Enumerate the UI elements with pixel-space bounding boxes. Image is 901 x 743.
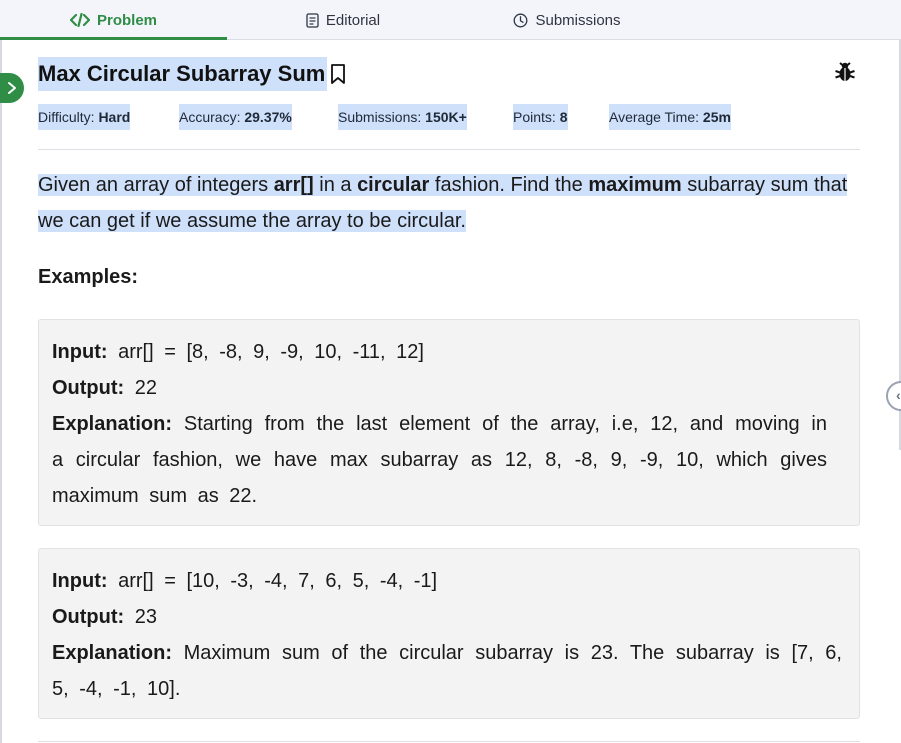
points-label: Points: — [513, 109, 560, 125]
example-block: Input: arr[] = [10, -3, -4, 7, 6, 5, -4,… — [38, 548, 860, 719]
difficulty: Difficulty: Hard — [38, 104, 131, 130]
example-explanation: Explanation: Maximum sum of the circular… — [52, 642, 842, 700]
example-output: Output: 23 — [52, 606, 157, 628]
code-icon — [69, 13, 90, 27]
tab-problem-label: Problem — [96, 11, 157, 29]
submissions-count: Submissions: 150K+ — [338, 104, 467, 130]
difficulty-label: Difficulty: — [38, 109, 99, 125]
expand-sidebar-button[interactable] — [0, 73, 24, 103]
average-time-label: Average Time: — [609, 109, 703, 125]
tab-submissions[interactable]: Submissions — [508, 0, 626, 40]
average-time: Average Time: 25m — [609, 104, 731, 130]
points: Points: 8 — [513, 104, 568, 130]
chevron-right-icon — [8, 82, 16, 94]
problem-description: Given an array of integers arr[] in a ci… — [38, 167, 858, 239]
tab-problem[interactable]: Problem — [0, 0, 227, 40]
tab-editorial-label: Editorial — [325, 11, 381, 29]
accuracy-value: 29.37% — [244, 109, 292, 125]
example-block: Input: arr[] = [8, -8, 9, -9, 10, -11, 1… — [38, 319, 860, 526]
problem-tabs: Problem Editorial Submissions — [0, 0, 901, 40]
active-tab-indicator — [0, 37, 227, 40]
divider — [38, 149, 860, 150]
divider — [38, 741, 860, 742]
page-title: Max Circular Subarray Sum — [38, 57, 328, 91]
submissions-value: 150K+ — [425, 109, 467, 125]
example-input: Input: arr[] = [10, -3, -4, 7, 6, 5, -4,… — [52, 570, 438, 592]
document-icon — [306, 12, 319, 28]
example-input: Input: arr[] = [8, -8, 9, -9, 10, -11, 1… — [52, 341, 424, 363]
tab-editorial[interactable]: Editorial — [298, 0, 388, 40]
collapse-panel-button[interactable]: ‹ — [886, 381, 901, 411]
problem-header: Max Circular Subarray Sum — [38, 57, 347, 91]
left-panel-border — [0, 40, 2, 743]
submissions-label: Submissions: — [338, 109, 426, 125]
points-value: 8 — [559, 109, 568, 125]
chevron-left-icon: ‹ — [896, 387, 901, 403]
clock-icon — [514, 13, 528, 27]
accuracy: Accuracy: 29.37% — [179, 104, 292, 130]
tab-submissions-label: Submissions — [535, 11, 621, 29]
example-output: Output: 22 — [52, 377, 157, 399]
accuracy-label: Accuracy: — [179, 109, 245, 125]
description-text: Given an array of integers arr[] in a ci… — [38, 174, 848, 232]
example-explanation: Explanation: Starting from the last elem… — [52, 413, 827, 507]
difficulty-value: Hard — [98, 109, 131, 125]
bookmark-icon[interactable] — [329, 63, 347, 85]
report-bug-icon[interactable] — [834, 61, 856, 83]
average-time-value: 25m — [702, 109, 731, 125]
examples-heading: Examples: — [38, 266, 139, 288]
